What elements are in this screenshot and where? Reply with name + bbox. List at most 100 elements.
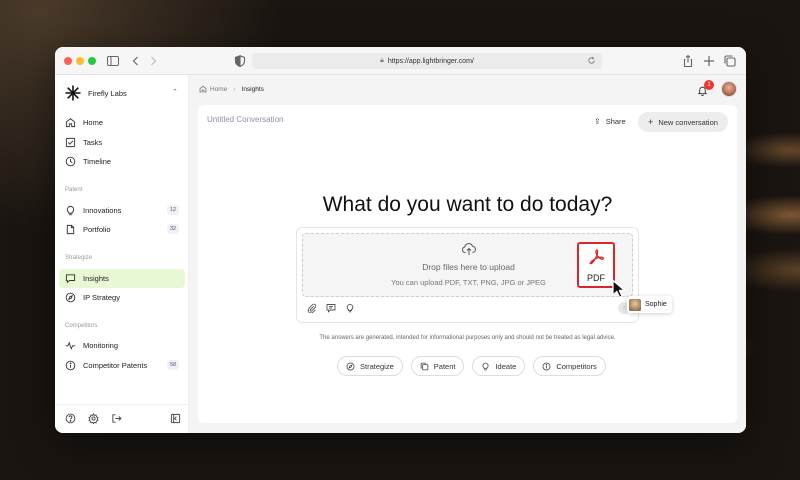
pdf-label: PDF [587, 273, 605, 283]
url-text: https://app.lightbringer.com/ [387, 57, 474, 65]
sidebar-item-label: Monitoring [83, 341, 119, 350]
section-title-patent: Patent [65, 187, 83, 193]
suggestion-chips: Strategize Patent Ideate Competitors [337, 356, 614, 376]
new-conversation-label: New conversation [658, 117, 718, 127]
address-bar[interactable]: 🔒︎ https://app.lightbringer.com/ [252, 53, 602, 69]
home-icon [65, 117, 76, 128]
chip-label: Competitors [556, 361, 597, 371]
sidebar-item-ip-strategy[interactable]: IP Strategy [59, 288, 185, 307]
plus-icon: + [648, 117, 654, 127]
acrobat-icon [588, 248, 606, 266]
chip-strategize[interactable]: Strategize [337, 356, 403, 376]
conversation-title[interactable]: Untitled Conversation [207, 115, 283, 124]
browser-toolbar: 🔒︎ https://app.lightbringer.com/ [55, 47, 746, 75]
new-conversation-button[interactable]: + New conversation [638, 112, 728, 132]
chat-icon [65, 273, 76, 284]
checkbox-icon [65, 137, 76, 148]
count-badge: 32 [167, 224, 179, 234]
sidebar-item-label: Insights [83, 274, 109, 283]
compass-icon [346, 362, 355, 371]
sidebar-footer [55, 404, 189, 433]
sidebar-item-home[interactable]: Home [59, 113, 185, 132]
shield-icon[interactable] [233, 54, 247, 68]
disclaimer-text: The answers are generated, intended for … [319, 335, 616, 341]
sidebar-item-label: Timeline [83, 157, 112, 166]
main-content: Home › Insights 1 Untitled Conversation … [189, 75, 746, 433]
chevron-right-icon: › [233, 85, 236, 93]
gallery-icon [420, 362, 429, 371]
share-page-icon[interactable] [681, 54, 695, 68]
lock-icon: 🔒︎ [380, 57, 384, 64]
collaborator-avatar [629, 298, 641, 311]
lightbulb-icon [65, 205, 76, 216]
sidebar-item-insights[interactable]: Insights [59, 269, 185, 288]
firefly-logo-icon [65, 85, 81, 101]
tab-overview-icon[interactable] [723, 54, 737, 68]
breadcrumb-current: Insights [241, 85, 264, 93]
pulse-icon [65, 340, 76, 351]
message-icon[interactable] [326, 303, 336, 313]
sidebar-item-timeline[interactable]: Timeline [59, 152, 185, 171]
logout-icon[interactable] [111, 413, 122, 424]
paperclip-icon[interactable] [307, 303, 317, 313]
notification-badge: 1 [704, 80, 714, 90]
share-label: Share [605, 116, 626, 126]
compass-icon [65, 292, 76, 303]
maximize-window-button[interactable] [88, 57, 96, 65]
cursor-arrow-icon [611, 279, 629, 299]
conversation-panel: Untitled Conversation ⇪ Share + New conv… [198, 105, 737, 423]
reload-icon[interactable] [587, 56, 596, 65]
chip-label: Ideate [495, 361, 517, 371]
sidebar-item-label: Home [83, 118, 104, 127]
share-icon: ⇪ [594, 116, 601, 126]
sidebar-item-label: IP Strategy [83, 293, 120, 302]
sidebar-item-monitoring[interactable]: Monitoring [59, 336, 185, 355]
sidebar-item-label: Innovations [83, 206, 122, 215]
lightbulb-icon[interactable] [345, 303, 355, 313]
section-title-strategize: Strategize [65, 255, 93, 261]
page-title: What do you want to do today? [322, 193, 613, 216]
sidebar-item-competitor-patents[interactable]: Competitor Patents 58 [59, 356, 185, 375]
back-icon[interactable] [129, 54, 143, 68]
gear-icon[interactable] [88, 413, 99, 424]
collaborator-tag: Sophie [627, 296, 672, 313]
avatar[interactable] [721, 81, 737, 97]
info-circle-icon [65, 360, 76, 371]
browser-window: 🔒︎ https://app.lightbringer.com/ Firefly… [55, 47, 746, 433]
minimize-window-button[interactable] [76, 57, 84, 65]
sidebar: Firefly Labs ⌃ Home Tasks Timeline Paten… [55, 75, 189, 433]
sidebar-item-innovations[interactable]: Innovations 12 [59, 201, 185, 220]
chip-label: Strategize [360, 361, 394, 371]
chip-patent[interactable]: Patent [410, 356, 465, 376]
sidebar-item-portfolio[interactable]: Portfolio 32 [59, 220, 185, 239]
forward-icon[interactable] [146, 54, 160, 68]
cloud-upload-icon [461, 242, 477, 256]
sidebar-item-label: Portfolio [83, 225, 111, 234]
home-icon[interactable] [199, 85, 207, 93]
close-window-button[interactable] [64, 57, 72, 65]
sidebar-item-tasks[interactable]: Tasks [59, 133, 185, 152]
section-title-competitors: Competitors [65, 323, 98, 329]
share-button[interactable]: ⇪ Share [588, 112, 632, 130]
count-badge: 58 [167, 360, 179, 370]
chip-competitors[interactable]: Competitors [533, 356, 606, 376]
lightbulb-icon [481, 362, 490, 371]
breadcrumb: Home › Insights [199, 85, 264, 93]
info-circle-icon [542, 362, 551, 371]
clock-icon [65, 156, 76, 167]
collapse-sidebar-icon[interactable] [170, 413, 181, 424]
new-tab-icon[interactable] [702, 54, 716, 68]
sidebar-toggle-icon[interactable] [106, 54, 120, 68]
chip-ideate[interactable]: Ideate [472, 356, 526, 376]
org-name: Firefly Labs [88, 88, 127, 98]
dragged-pdf-file[interactable]: PDF [577, 242, 615, 288]
composer-tools [307, 303, 364, 315]
help-icon[interactable] [65, 413, 76, 424]
sidebar-item-label: Competitor Patents [83, 361, 148, 370]
count-badge: 12 [167, 205, 179, 215]
org-switcher[interactable]: Firefly Labs [65, 85, 127, 101]
document-icon [65, 224, 76, 235]
chevron-updown-icon[interactable]: ⌃ [172, 88, 178, 96]
breadcrumb-home[interactable]: Home [210, 86, 227, 93]
collaborator-name: Sophie [645, 301, 667, 308]
